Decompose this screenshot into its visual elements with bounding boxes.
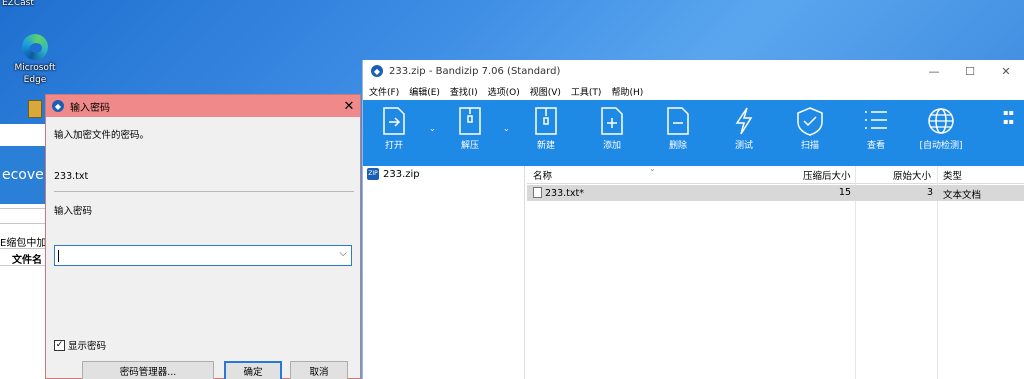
toolbar-new-button[interactable]: 新建 [521,106,571,151]
show-password-label: 显示密码 [68,341,107,352]
file-list-header: 名称 ⌄ 压缩后大小 原始大小 类型 [527,164,1024,185]
toolbar-test-button[interactable]: 测试 [719,106,769,151]
test-icon [735,107,753,135]
desktop-folder-icon[interactable] [28,100,42,118]
folder-tree: ZIP 233.zip [363,166,525,379]
checkbox-check-icon[interactable]: ✓ [54,339,65,351]
row-name: 233.txt* [533,187,584,199]
chevron-down-icon[interactable]: ⌵ [339,248,347,259]
menu-bar: 文件(F) 编辑(E) 查找(I) 选项(O) 视图(V) 工具(T) 帮助(H… [363,82,1024,100]
toolbar-codepage-label: [自动检测] [919,141,963,151]
codepage-icon [928,108,954,134]
show-password-checkbox[interactable]: ✓ 显示密码 [54,338,106,352]
table-row[interactable]: 233.txt* 15 3 文本文档 [527,185,1024,201]
toolbar-open-button[interactable]: 打开 [369,106,419,151]
menu-file[interactable]: 文件(F) [369,85,399,98]
text-caret [58,250,59,262]
toolbar-open-label: 打开 [384,141,403,151]
desktop-ezcast-label[interactable]: EZCast [2,0,34,8]
toolbar: 打开 ⌄ 解压 ⌄ 新建 添加 删除 测试 扫描 查看 [自动检测] ▪▪ ▪▪ [363,100,1024,166]
column-header-type[interactable]: 类型 [943,168,962,185]
row-type: 文本文档 [943,190,982,201]
bandizip-app-icon: ◆ [371,65,383,77]
toolbar-view-label: 查看 [866,141,885,151]
bandizip-titlebar[interactable]: ◆ 233.zip - Bandizip 7.06 (Standard) — ☐… [363,60,1024,82]
maximize-icon[interactable]: ☐ [952,65,988,78]
cancel-button[interactable]: 取消 [290,361,348,379]
menu-view[interactable]: 视图(V) [530,85,561,98]
encrypted-filename: 233.txt [54,171,89,182]
password-prompt: 输入加密文件的密码。 [54,130,150,141]
edge-label-line1: Microsoft [14,63,56,73]
dialog-divider [54,191,354,192]
menu-options[interactable]: 选项(O) [488,85,520,98]
view-icon [865,111,887,129]
toolbar-add-label: 添加 [602,141,621,151]
new-archive-icon [535,107,557,135]
toolbar-scan-button[interactable]: 扫描 [785,106,835,151]
toolbar-delete-button[interactable]: 删除 [653,106,703,151]
toolbar-test-label: 测试 [734,141,753,151]
column-header-packed[interactable]: 压缩后大小 [803,168,851,185]
edge-label-line2: Edge [23,75,47,85]
chevron-down-icon[interactable]: ⌄ [429,124,436,133]
menu-help[interactable]: 帮助(H) [611,85,643,98]
menu-edit[interactable]: 编辑(E) [409,85,440,98]
add-icon [601,107,623,135]
row-packed-size: 15 [838,187,851,198]
chevron-down-icon[interactable]: ⌄ [503,124,510,133]
password-dialog: ◆ 输入密码 ✕ 输入加密文件的密码。 233.txt 输入密码 ⌵ ✓ 显示密… [45,94,361,379]
zip-icon: ZIP [367,168,379,180]
ok-button[interactable]: 确定 [224,361,282,379]
close-icon[interactable]: ✕ [338,99,360,114]
edge-icon[interactable] [22,34,48,60]
column-header-name[interactable]: 名称 [533,168,552,185]
toolbar-codepage-button[interactable]: [自动检测] [913,106,969,151]
password-dialog-titlebar[interactable]: ◆ 输入密码 ✕ [46,95,360,117]
toolbar-extract-button[interactable]: 解压 [445,106,495,151]
password-field-label: 输入密码 [54,206,93,217]
toolbar-scan-label: 扫描 [800,141,819,151]
delete-icon [667,107,689,135]
file-list: 名称 ⌄ 压缩后大小 原始大小 类型 233.txt* 15 3 文本文档 [527,164,1024,379]
open-icon [383,107,405,135]
toolbar-new-label: 新建 [536,141,555,151]
toolbar-view-button[interactable]: 查看 [851,106,901,151]
bg-text-1: E缩包中加 [0,238,47,249]
password-input[interactable]: ⌵ [54,245,352,266]
scan-icon [797,107,823,136]
desktop-edge-label[interactable]: Microsoft Edge [8,62,62,86]
minimize-icon[interactable]: — [916,65,952,78]
menu-tools[interactable]: 工具(T) [571,85,602,98]
toolbar-delete-label: 删除 [668,141,687,151]
toolbar-add-button[interactable]: 添加 [587,106,637,151]
tree-item-archive[interactable]: ZIP 233.zip [367,168,420,180]
extract-icon [459,107,481,135]
layout-grid-icon[interactable]: ▪▪ ▪▪ [1003,108,1014,126]
sort-chevron-icon: ⌄ [649,164,656,173]
menu-find[interactable]: 查找(I) [450,85,478,98]
bandizip-app-icon: ◆ [52,100,64,112]
close-icon[interactable]: ✕ [988,65,1024,78]
row-name-text: 233.txt* [545,188,584,199]
tree-item-label: 233.zip [383,168,420,180]
bandizip-window: ◆ 233.zip - Bandizip 7.06 (Standard) — ☐… [362,60,1024,379]
password-dialog-title: 输入密码 [70,102,110,114]
bg-text-2: 文件名 [12,255,42,266]
toolbar-extract-label: 解压 [460,141,479,151]
bandizip-title: 233.zip - Bandizip 7.06 (Standard) [389,65,561,77]
text-file-icon [533,187,542,198]
column-header-original[interactable]: 原始大小 [893,168,931,185]
password-manager-button[interactable]: 密码管理器... [82,361,214,379]
row-original-size: 3 [926,187,933,198]
